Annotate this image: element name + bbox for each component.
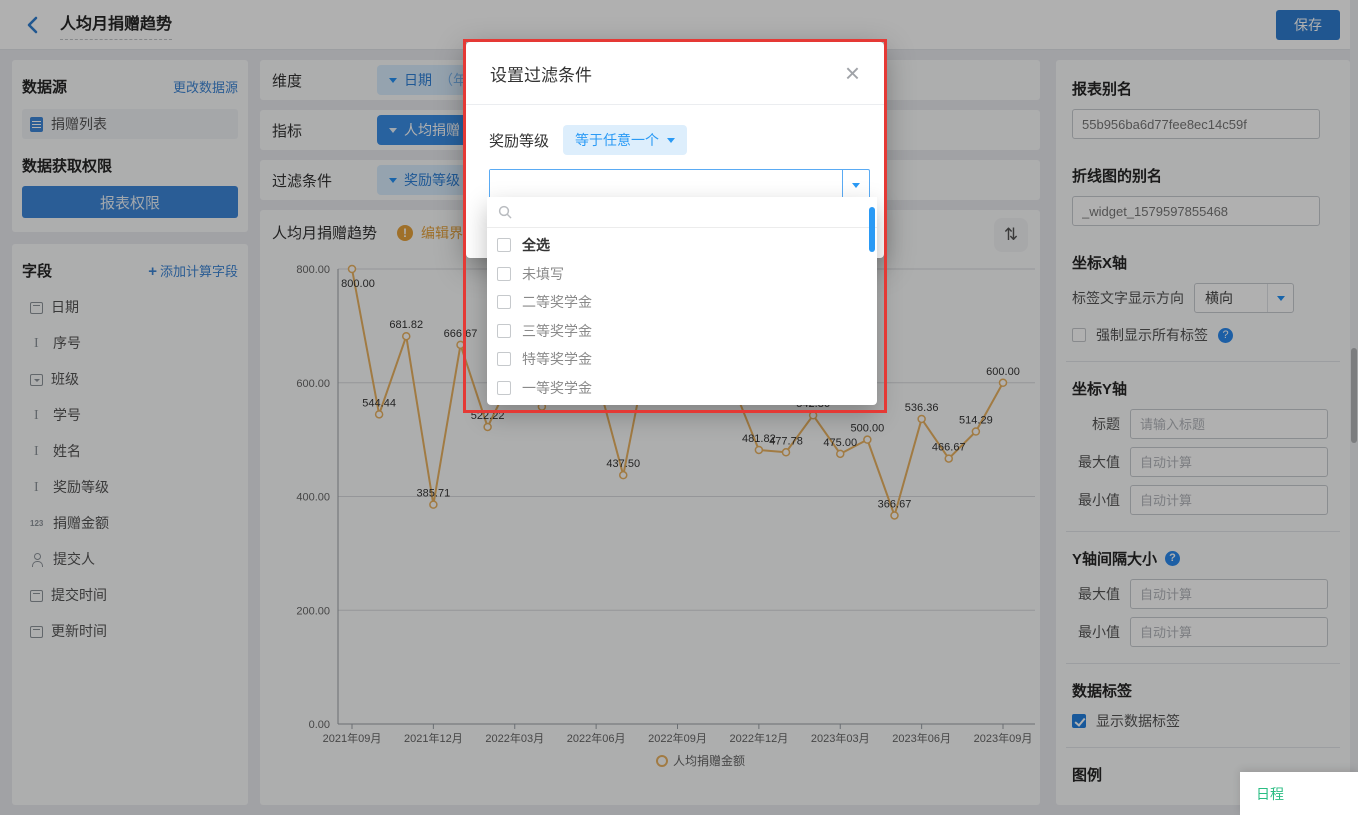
options-list: 全选未填写二等奖学金三等奖学金特等奖学金一等奖学金 bbox=[487, 228, 877, 402]
filter-option[interactable]: 三等奖学金 bbox=[487, 317, 877, 346]
checkbox[interactable] bbox=[497, 352, 511, 366]
operator-select[interactable]: 等于任意一个 bbox=[563, 125, 687, 155]
option-label: 全选 bbox=[522, 235, 550, 255]
filter-option[interactable]: 未填写 bbox=[487, 260, 877, 289]
dialog-title: 设置过滤条件 bbox=[490, 61, 592, 86]
schedule-popup-label: 日程 bbox=[1256, 784, 1284, 804]
filter-value-input[interactable] bbox=[490, 170, 842, 200]
option-label: 特等奖学金 bbox=[522, 349, 592, 369]
checkbox[interactable] bbox=[497, 267, 511, 281]
dropdown-scrollbar-thumb[interactable] bbox=[869, 207, 875, 252]
checkbox[interactable] bbox=[497, 238, 511, 252]
option-label: 一等奖学金 bbox=[522, 378, 592, 398]
option-label: 三等奖学金 bbox=[522, 321, 592, 341]
filter-option[interactable]: 全选 bbox=[487, 231, 877, 260]
chevron-down-icon bbox=[667, 138, 675, 147]
search-icon bbox=[497, 204, 513, 220]
checkbox[interactable] bbox=[497, 324, 511, 338]
filter-field-label: 奖励等级 bbox=[489, 130, 549, 151]
option-label: 未填写 bbox=[522, 264, 564, 284]
checkbox[interactable] bbox=[497, 295, 511, 309]
schedule-popup[interactable]: 日程 bbox=[1240, 772, 1358, 815]
options-search[interactable] bbox=[487, 197, 877, 228]
chevron-down-icon bbox=[852, 183, 860, 192]
filter-option[interactable]: 特等奖学金 bbox=[487, 345, 877, 374]
filter-option[interactable]: 二等奖学金 bbox=[487, 288, 877, 317]
checkbox[interactable] bbox=[497, 381, 511, 395]
filter-option[interactable]: 一等奖学金 bbox=[487, 374, 877, 403]
option-label: 二等奖学金 bbox=[522, 292, 592, 312]
close-icon[interactable]: × bbox=[845, 60, 860, 86]
filter-options-dropdown: 全选未填写二等奖学金三等奖学金特等奖学金一等奖学金 bbox=[487, 197, 877, 405]
